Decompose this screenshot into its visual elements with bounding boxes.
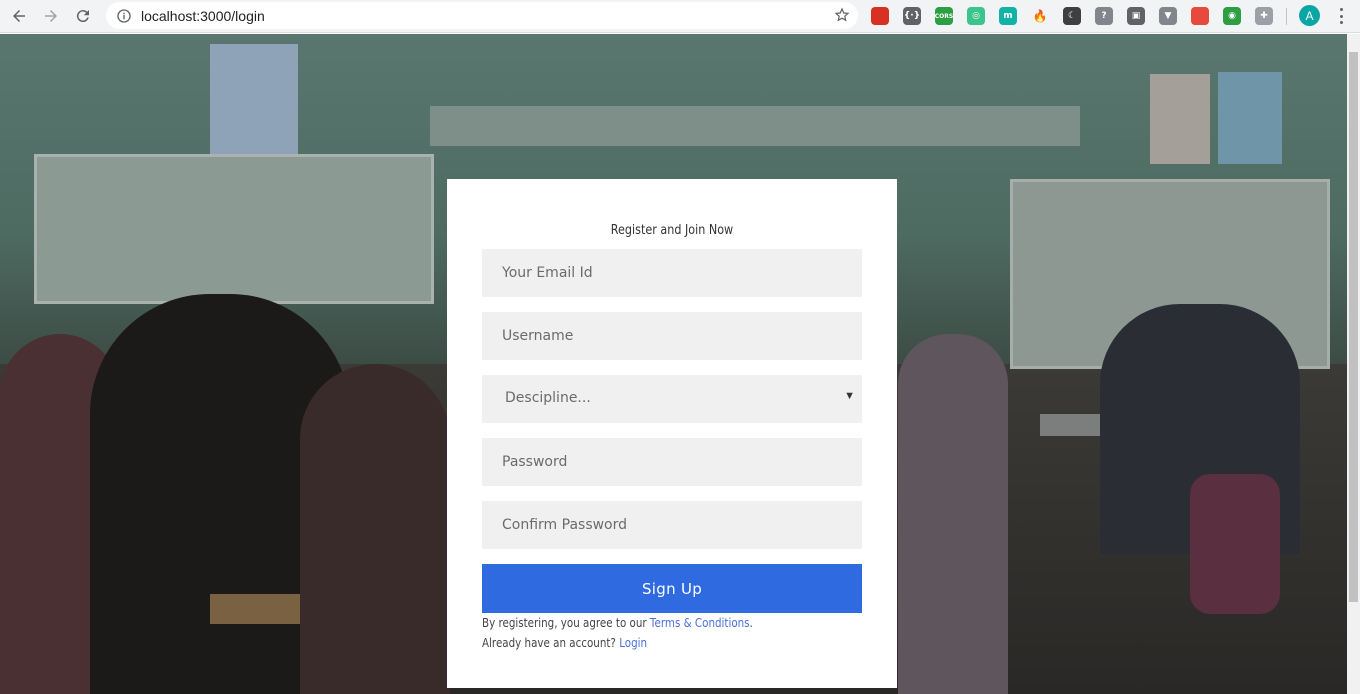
toolbar-divider	[1286, 8, 1287, 25]
info-icon[interactable]	[116, 8, 132, 24]
address-bar[interactable]: localhost:3000/login	[106, 2, 858, 29]
terms-suffix: .	[749, 616, 753, 630]
login-link[interactable]: Login	[619, 636, 647, 650]
wall-poster	[210, 44, 298, 154]
ext-angular-icon[interactable]	[1191, 7, 1209, 25]
form-title: Register and Join Now	[610, 223, 734, 238]
star-icon[interactable]	[834, 7, 850, 23]
register-card: Register and Join Now Descipline... ▼ Si…	[447, 179, 897, 688]
terms-prefix: By registering, you agree to our	[482, 616, 647, 630]
ext-red-icon[interactable]	[871, 7, 889, 25]
reload-icon[interactable]	[70, 4, 96, 28]
wall-poster	[1150, 74, 1210, 164]
more-menu-icon[interactable]	[1334, 6, 1348, 26]
ext-m-icon[interactable]: m	[999, 7, 1017, 25]
ext-fire-icon[interactable]: 🔥	[1031, 7, 1049, 25]
wall-poster	[1218, 72, 1282, 164]
ext-code-icon[interactable]: {·}	[903, 7, 921, 25]
scrollbar-thumb[interactable]	[1349, 52, 1358, 602]
terms-text: By registering, you agree to our Terms &…	[482, 616, 753, 630]
ext-moon-icon[interactable]: ☾	[1063, 7, 1081, 25]
login-text: Already have an account? Login	[482, 636, 647, 650]
wall-banner	[430, 106, 1080, 146]
back-arrow-icon[interactable]	[6, 4, 32, 28]
password-input[interactable]	[482, 438, 862, 486]
ext-v-icon[interactable]: ▼	[1159, 7, 1177, 25]
backpack	[1190, 474, 1280, 614]
ext-green-icon[interactable]: ◉	[1223, 7, 1241, 25]
email-input[interactable]	[482, 249, 862, 297]
login-prefix: Already have an account?	[482, 636, 616, 650]
ext-cors-icon[interactable]: CORS	[935, 7, 953, 25]
discipline-select-value: Descipline...	[505, 390, 591, 406]
ext-shield-icon[interactable]: ?	[1095, 7, 1113, 25]
username-input[interactable]	[482, 312, 862, 360]
ext-bag-icon[interactable]: ▣	[1127, 7, 1145, 25]
page-scrollbar[interactable]	[1347, 34, 1360, 694]
sign-up-button[interactable]: Sign Up	[482, 564, 862, 613]
profile-avatar[interactable]: A	[1299, 5, 1320, 26]
browser-toolbar: localhost:3000/login {·} CORS ◎ m 🔥 ☾? ▣ ▼ ◉ ✚ A	[0, 0, 1360, 33]
terms-link[interactable]: Terms & Conditions	[650, 616, 750, 630]
discipline-select[interactable]: Descipline... ▼	[482, 375, 862, 423]
ext-refresh-icon[interactable]: ◎	[967, 7, 985, 25]
student	[898, 334, 1008, 694]
ext-puzzle-icon[interactable]: ✚	[1255, 7, 1273, 25]
dropdown-caret-icon: ▼	[844, 390, 855, 402]
confirm-password-input[interactable]	[482, 501, 862, 549]
whiteboard	[34, 154, 434, 304]
url-text[interactable]: localhost:3000/login	[141, 8, 265, 24]
forward-arrow-icon[interactable]	[38, 4, 64, 28]
desk	[210, 594, 300, 624]
student	[300, 364, 450, 694]
